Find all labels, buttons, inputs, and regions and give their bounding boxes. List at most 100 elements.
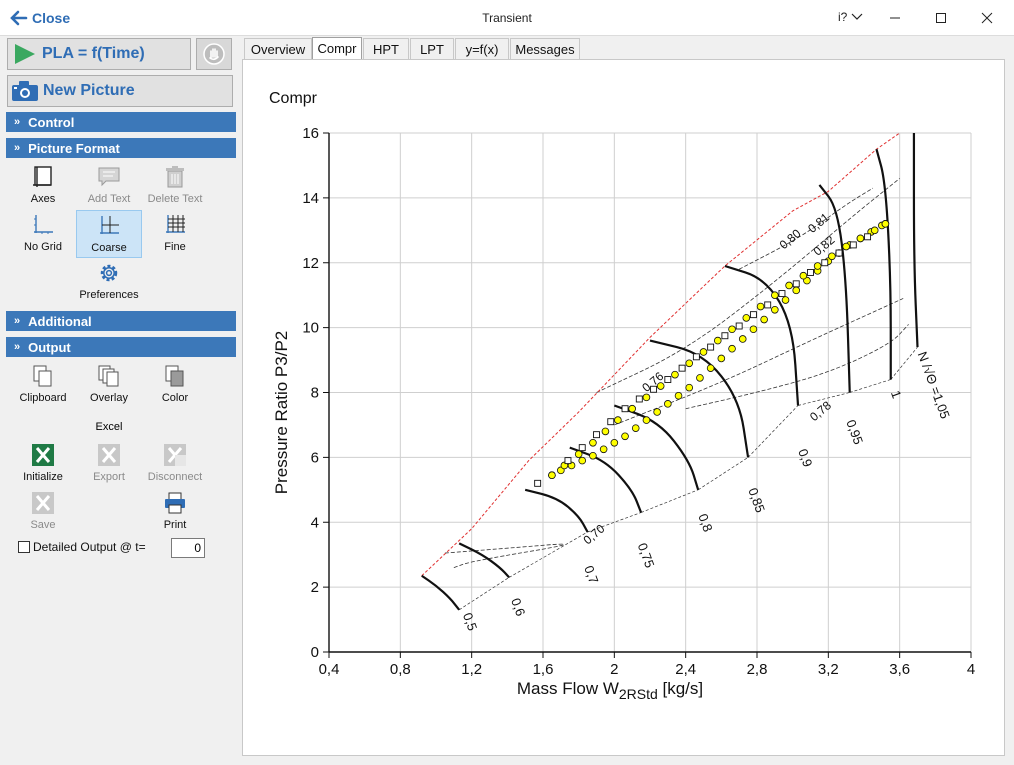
speed-line-label: 0,5: [460, 611, 480, 633]
speed-line-label: 0,9: [795, 447, 815, 469]
initialize-label: Initialize: [23, 471, 63, 483]
excel-save-button[interactable]: Save: [10, 488, 76, 536]
x-tick-label: 2,4: [675, 661, 696, 678]
data-point-circle: [621, 432, 629, 441]
data-point-square: [621, 405, 629, 413]
maximize-icon: [936, 13, 946, 23]
preferences-button[interactable]: Preferences: [76, 258, 142, 306]
overlay-button[interactable]: Overlay: [76, 361, 142, 409]
data-point-circle: [799, 271, 808, 280]
y-axis-label: Pressure Ratio P3/P2: [272, 331, 291, 494]
tab-messages[interactable]: Messages: [510, 38, 580, 59]
tab-hpt[interactable]: HPT: [363, 38, 409, 59]
data-point-square: [807, 269, 814, 276]
maximize-button[interactable]: [918, 4, 964, 32]
data-point-square: [749, 311, 757, 319]
data-point-circle: [671, 370, 679, 379]
stop-hand-button[interactable]: [196, 38, 232, 70]
new-picture-label: New Picture: [43, 82, 135, 99]
speed-line: [421, 574, 461, 611]
tab-compr[interactable]: Compr: [312, 37, 362, 59]
x-axis-label: Mass Flow W2RStd [kg/s]: [517, 679, 703, 702]
data-point-square: [692, 353, 700, 361]
pla-time-button[interactable]: PLA = f(Time): [7, 38, 191, 70]
x-tick-label: 3,6: [889, 661, 910, 678]
excel-initialize-button[interactable]: Initialize: [10, 440, 76, 488]
x-tick-label: 1,2: [461, 661, 482, 678]
axes-button[interactable]: Axes: [10, 162, 76, 210]
data-point-circle: [792, 286, 801, 295]
data-point-circle: [742, 314, 751, 322]
excel-export-button[interactable]: Export: [76, 440, 142, 488]
data-point-square: [534, 479, 542, 487]
print-label: Print: [163, 519, 187, 531]
y-tick-label: 14: [302, 190, 319, 207]
pla-time-label: PLA = f(Time): [42, 45, 145, 62]
trash-icon: [166, 166, 184, 188]
tab-overview[interactable]: Overview: [244, 38, 312, 59]
compressor-map-chart[interactable]: 0,4 0,8 1,2 1,6 2 2,4 2,8 3,2 3,6 4 0 2 4 6 8 10 12 14 16 M…: [243, 60, 1004, 755]
close-button[interactable]: Close: [10, 8, 70, 28]
fine-label: Fine: [164, 241, 186, 253]
minimize-button[interactable]: [872, 4, 918, 32]
help-menu-button[interactable]: i?: [838, 10, 863, 24]
data-point-circle: [685, 359, 694, 368]
no-grid-button[interactable]: No Grid: [10, 210, 76, 258]
speed-line-label: 0,75: [635, 541, 658, 570]
x-tick-label: 4: [967, 661, 975, 678]
axes-label: Axes: [30, 193, 56, 205]
data-point-square: [821, 259, 829, 267]
data-point-square: [593, 431, 600, 439]
excel-export-icon: [98, 444, 120, 466]
data-point-square: [707, 343, 715, 351]
window-close-button[interactable]: [964, 4, 1010, 32]
choke-line: [640, 489, 699, 513]
data-point-square: [564, 457, 572, 465]
excel-save-icon: [32, 492, 54, 514]
section-picture-format[interactable]: » Picture Format: [6, 138, 236, 158]
data-point-circle: [628, 404, 636, 413]
data-point-circle: [631, 424, 640, 432]
data-point-square: [607, 418, 615, 426]
choke-line: [849, 379, 891, 393]
data-point-circle: [664, 400, 672, 408]
detailed-output-checkbox[interactable]: [18, 541, 30, 553]
fine-grid-button[interactable]: Fine: [142, 210, 208, 258]
excel-disconnect-button[interactable]: Disconnect: [142, 440, 208, 488]
gear-icon: [100, 264, 118, 282]
choke-line: [890, 346, 918, 380]
data-point-circle: [760, 315, 768, 324]
choke-line: [508, 531, 588, 578]
clipboard-button[interactable]: Clipboard: [10, 361, 76, 409]
no-grid-icon: [34, 215, 53, 234]
choke-line: [698, 457, 749, 491]
print-button[interactable]: Print: [142, 488, 208, 536]
section-output[interactable]: » Output: [6, 337, 236, 357]
data-point-circle: [881, 220, 890, 228]
data-point-circle: [856, 234, 865, 243]
y-tick-label: 0: [311, 644, 319, 661]
data-point-circle: [728, 344, 736, 353]
section-control[interactable]: » Control: [6, 112, 236, 132]
new-picture-button[interactable]: New Picture: [7, 75, 233, 107]
section-picture-format-label: Picture Format: [28, 140, 120, 156]
y-tick-label: 4: [311, 514, 319, 531]
tab-compr-label: Compr: [317, 41, 357, 56]
data-point-circle: [674, 391, 683, 400]
double-chevron-icon: »: [14, 341, 20, 353]
detailed-output-time-input[interactable]: [171, 538, 205, 558]
efficiency-contour: [614, 298, 904, 426]
delete-text-button[interactable]: Delete Text: [142, 162, 208, 210]
tab-lpt[interactable]: LPT: [410, 38, 454, 59]
coarse-grid-button[interactable]: Coarse: [76, 210, 142, 258]
data-point-square: [849, 241, 857, 249]
section-additional[interactable]: » Additional: [6, 311, 236, 331]
data-point-circle: [685, 383, 694, 392]
data-point-square: [721, 332, 729, 340]
data-point-circle: [589, 438, 597, 447]
add-text-button[interactable]: Add Text: [76, 162, 142, 210]
coarse-label: Coarse: [91, 242, 127, 254]
tab-yfx[interactable]: y=f(x): [455, 38, 509, 59]
data-point-square: [764, 301, 772, 309]
color-button[interactable]: Color: [142, 361, 208, 409]
